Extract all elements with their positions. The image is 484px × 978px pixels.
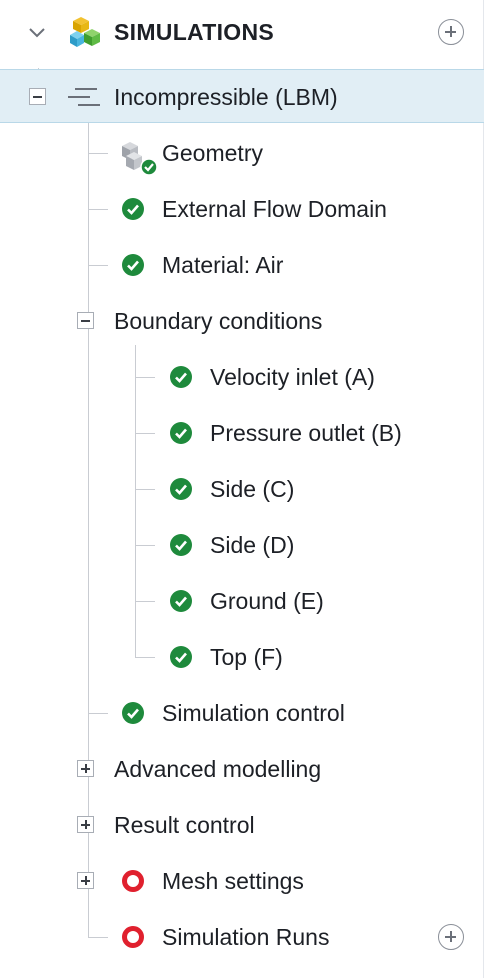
check-circle-icon	[122, 702, 144, 724]
tree-line	[88, 209, 108, 210]
chevron-down-icon[interactable]	[26, 22, 48, 44]
tree-label-incompressible[interactable]: Incompressible (LBM)	[114, 84, 338, 111]
tree-label-ground[interactable]: Ground (E)	[210, 588, 324, 615]
tree-label-side-c[interactable]: Side (C)	[210, 476, 294, 503]
simulation-cubes-icon	[70, 17, 100, 47]
tree-label-simulation-runs[interactable]: Simulation Runs	[162, 924, 329, 951]
check-circle-icon	[122, 198, 144, 220]
simulations-header: SIMULATIONS	[0, 0, 484, 68]
tree-label-boundary-conditions[interactable]: Boundary conditions	[114, 308, 322, 335]
tree-line	[135, 433, 155, 434]
tree-line	[88, 937, 108, 938]
tree-line	[135, 601, 155, 602]
check-circle-icon	[170, 478, 192, 500]
check-circle-icon	[170, 422, 192, 444]
tree-label-side-d[interactable]: Side (D)	[210, 532, 294, 559]
error-ring-icon	[122, 926, 144, 948]
geometry-check-icon[interactable]	[120, 138, 158, 176]
tree-line	[88, 713, 108, 714]
header-title: SIMULATIONS	[114, 19, 275, 45]
tree-line	[135, 377, 155, 378]
expand-toggle[interactable]	[77, 760, 94, 777]
simulation-tree-panel: SIMULATIONS Incompressible (LBM) Geometr…	[0, 0, 484, 978]
tree-label-velocity-inlet[interactable]: Velocity inlet (A)	[210, 364, 375, 391]
tree-line	[88, 153, 108, 154]
tree-line	[88, 123, 89, 937]
check-circle-icon	[170, 590, 192, 612]
tree-label-external-flow-domain[interactable]: External Flow Domain	[162, 196, 387, 223]
tree-label-result-control[interactable]: Result control	[114, 812, 255, 839]
simulation-type-icon	[68, 88, 100, 106]
tree-label-material[interactable]: Material: Air	[162, 252, 283, 279]
tree-label-advanced-modelling[interactable]: Advanced modelling	[114, 756, 321, 783]
expand-toggle[interactable]	[77, 872, 94, 889]
add-simulation-icon[interactable]	[438, 19, 464, 45]
check-circle-icon	[122, 254, 144, 276]
tree-line	[135, 657, 155, 658]
check-circle-icon	[170, 646, 192, 668]
check-circle-icon	[170, 366, 192, 388]
tree-label-simulation-control[interactable]: Simulation control	[162, 700, 345, 727]
tree-label-pressure-outlet[interactable]: Pressure outlet (B)	[210, 420, 402, 447]
tree-label-mesh-settings[interactable]: Mesh settings	[162, 868, 304, 895]
tree-label-geometry[interactable]: Geometry	[162, 140, 263, 167]
tree-line	[135, 345, 136, 657]
add-run-icon[interactable]	[438, 924, 464, 950]
tree-line	[135, 489, 155, 490]
collapse-toggle[interactable]	[77, 312, 94, 329]
collapse-toggle[interactable]	[29, 88, 46, 105]
tree-line	[135, 545, 155, 546]
check-circle-icon	[170, 534, 192, 556]
tree-label-top[interactable]: Top (F)	[210, 644, 283, 671]
tree-line	[88, 265, 108, 266]
expand-toggle[interactable]	[77, 816, 94, 833]
error-ring-icon	[122, 870, 144, 892]
